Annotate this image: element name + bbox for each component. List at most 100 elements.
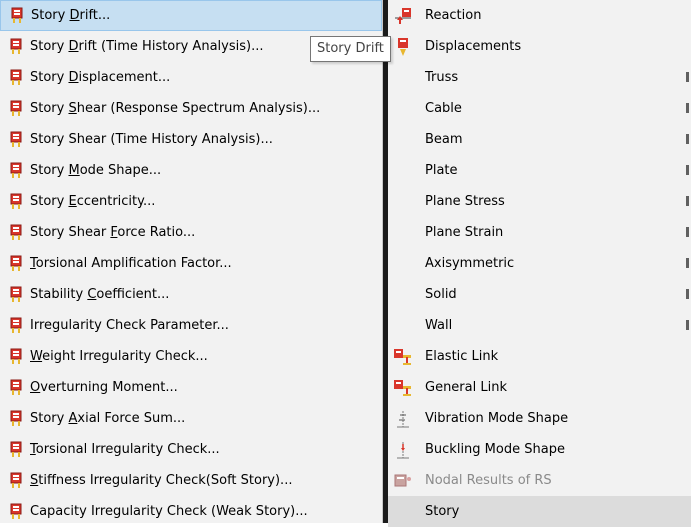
story-menu-item[interactable]: Irregularity Check Parameter... [0, 310, 382, 341]
results-menu-item[interactable]: Buckling Mode Shape [388, 434, 691, 465]
results-menu-item[interactable]: Displacements [388, 31, 691, 62]
story-result-icon [0, 124, 31, 155]
story-result-icon [0, 496, 31, 527]
menu-item-label: Torsional Irregularity Check... [30, 442, 220, 457]
results-menu-item[interactable]: Truss [388, 62, 691, 93]
story-menu-item[interactable]: Story Shear Force Ratio... [0, 217, 382, 248]
submenu-arrow-icon [686, 103, 689, 113]
results-menu-item[interactable]: General Link [388, 372, 691, 403]
story-results-menu: Story Drift... Story Drift (Time History … [0, 0, 383, 523]
menu-item-label: General Link [425, 380, 507, 395]
menu-item-label: Story Axial Force Sum... [30, 411, 186, 426]
story-menu-item[interactable]: Torsional Amplification Factor... [0, 248, 382, 279]
empty-icon-slot [388, 496, 418, 527]
results-menu-item[interactable]: Axisymmetric [388, 248, 691, 279]
results-menu-item[interactable]: Wall [388, 310, 691, 341]
menu-item-label: Torsional Amplification Factor... [30, 256, 232, 271]
story-menu-item[interactable]: Stability Coefficient... [0, 279, 382, 310]
story-menu-item[interactable]: Story Displacement... [0, 62, 382, 93]
results-menu-item[interactable]: Plane Stress [388, 186, 691, 217]
story-result-icon [0, 372, 31, 403]
menu-item-label: Reaction [425, 8, 482, 23]
submenu-arrow-icon [686, 227, 689, 237]
story-menu-item[interactable]: Weight Irregularity Check... [0, 341, 382, 372]
menu-item-label: Plate [425, 163, 458, 178]
story-result-icon [0, 31, 31, 62]
menu-item-label: Story Mode Shape... [30, 163, 162, 178]
empty-icon-slot [388, 93, 418, 124]
empty-icon-slot [388, 186, 418, 217]
empty-icon-slot [388, 155, 418, 186]
menu-item-label: Vibration Mode Shape [425, 411, 569, 426]
menu-item-label: Story [425, 504, 460, 519]
tooltip: Story Drift [310, 36, 391, 62]
story-result-icon [0, 465, 31, 496]
elastic-link-icon [388, 341, 418, 372]
empty-icon-slot [388, 248, 418, 279]
results-menu-item[interactable]: Reaction [388, 0, 691, 31]
story-menu-item[interactable]: Story Drift... [0, 0, 382, 31]
empty-icon-slot [388, 124, 418, 155]
submenu-arrow-icon [686, 289, 689, 299]
menu-item-label: Stability Coefficient... [30, 287, 170, 302]
results-menu-item[interactable]: Nodal Results of RS [388, 465, 691, 496]
story-menu-item[interactable]: Capacity Irregularity Check (Weak Story)… [0, 496, 382, 527]
menu-item-label: Story Shear (Response Spectrum Analysis)… [30, 101, 321, 116]
menu-item-label: Plane Stress [425, 194, 505, 209]
menu-item-label: Weight Irregularity Check... [30, 349, 208, 364]
results-menu-item[interactable]: Plate [388, 155, 691, 186]
results-menu-item[interactable]: Vibration Mode Shape [388, 403, 691, 434]
submenu-arrow-icon [686, 196, 689, 206]
story-result-icon [0, 155, 31, 186]
results-menu: Reaction Displacements Truss Cable Beam Plate… [388, 0, 691, 527]
menu-item-label: Irregularity Check Parameter... [30, 318, 229, 333]
results-menu-item[interactable]: Plane Strain [388, 217, 691, 248]
menu-item-label: Beam [425, 132, 463, 147]
menu-item-label: Story Eccentricity... [30, 194, 156, 209]
results-menu-item[interactable]: Solid [388, 279, 691, 310]
submenu-arrow-icon [686, 165, 689, 175]
story-menu-item[interactable]: Overturning Moment... [0, 372, 382, 403]
story-result-icon [0, 62, 31, 93]
submenu-arrow-icon [686, 320, 689, 330]
menu-item-label: Story Shear Force Ratio... [30, 225, 196, 240]
menu-item-label: Truss [425, 70, 459, 85]
menu-item-label: Cable [425, 101, 462, 116]
story-result-icon [0, 217, 31, 248]
results-menu-item[interactable]: Story [388, 496, 691, 527]
general-link-icon [388, 372, 418, 403]
vibration-mode-icon [388, 403, 418, 434]
story-result-icon [1, 0, 32, 31]
results-menu-item[interactable]: Beam [388, 124, 691, 155]
submenu-arrow-icon [686, 134, 689, 144]
buckling-mode-icon [388, 434, 418, 465]
story-result-icon [0, 279, 31, 310]
empty-icon-slot [388, 62, 418, 93]
menu-item-label: Plane Strain [425, 225, 504, 240]
menu-item-label: Story Drift (Time History Analysis)... [30, 39, 264, 54]
empty-icon-slot [388, 279, 418, 310]
story-menu-item[interactable]: Stiffness Irregularity Check(Soft Story)… [0, 465, 382, 496]
menu-item-label: Story Drift... [31, 8, 111, 23]
menu-item-label: Axisymmetric [425, 256, 515, 271]
menu-item-label: Solid [425, 287, 457, 302]
story-result-icon [0, 93, 31, 124]
story-result-icon [0, 403, 31, 434]
story-menu-item[interactable]: Story Shear (Response Spectrum Analysis)… [0, 93, 382, 124]
story-menu-item[interactable]: Story Shear (Time History Analysis)... [0, 124, 382, 155]
story-result-icon [0, 186, 31, 217]
results-menu-item[interactable]: Cable [388, 93, 691, 124]
nodal-results-icon [388, 465, 418, 496]
submenu-arrow-icon [686, 258, 689, 268]
story-menu-item[interactable]: Story Mode Shape... [0, 155, 382, 186]
story-menu-item[interactable]: Story Eccentricity... [0, 186, 382, 217]
story-menu-item[interactable]: Torsional Irregularity Check... [0, 434, 382, 465]
story-menu-item[interactable]: Story Axial Force Sum... [0, 403, 382, 434]
menu-item-label: Displacements [425, 39, 522, 54]
menu-item-label: Overturning Moment... [30, 380, 178, 395]
menu-item-label: Story Shear (Time History Analysis)... [30, 132, 273, 147]
story-result-icon [0, 434, 31, 465]
menu-item-label: Capacity Irregularity Check (Weak Story)… [30, 504, 308, 519]
results-menu-item[interactable]: Elastic Link [388, 341, 691, 372]
empty-icon-slot [388, 310, 418, 341]
